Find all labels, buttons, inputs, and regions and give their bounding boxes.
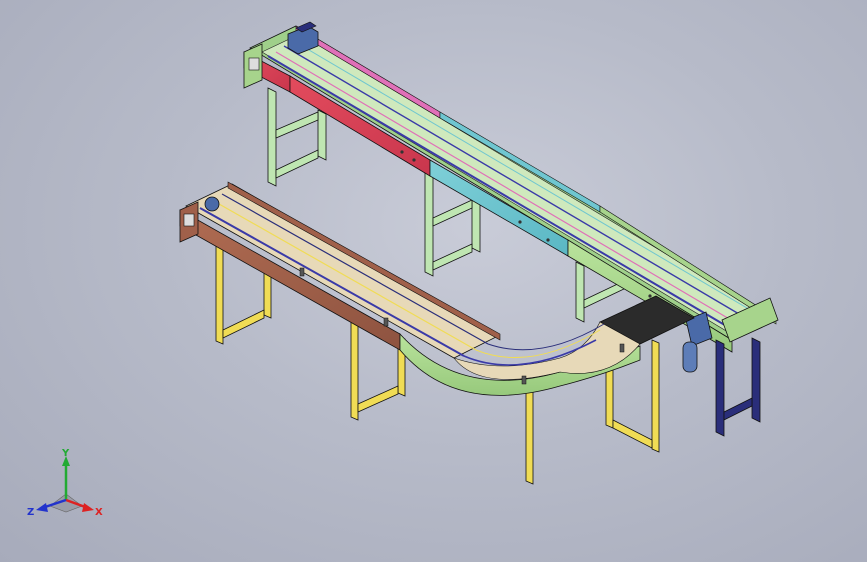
right-drive-unit[interactable] [682,297,779,437]
lower-leg-3[interactable] [525,377,534,485]
orientation-triad: Y X Z [27,448,103,518]
graphics-viewport[interactable]: Y X Z [0,0,867,562]
y-axis-label: Y [61,448,70,459]
x-axis-label: X [95,507,103,518]
z-axis-label: Z [27,507,34,518]
conveyor-model[interactable] [0,0,867,562]
